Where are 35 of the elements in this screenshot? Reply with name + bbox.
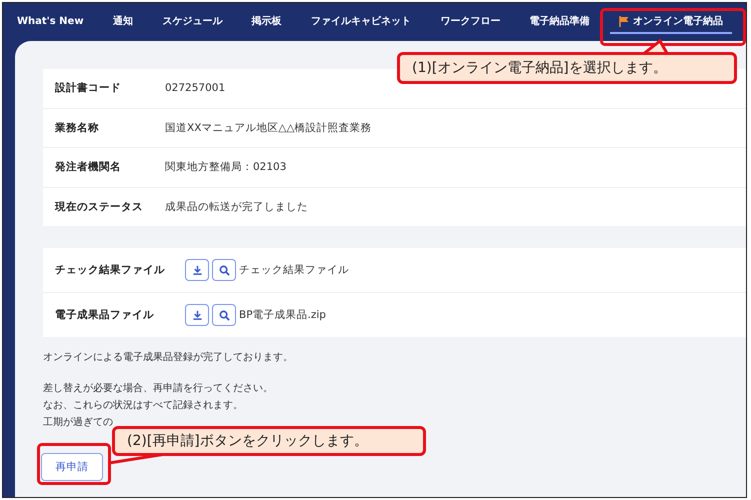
nav-tab[interactable]: 通知 bbox=[104, 10, 142, 34]
field-value: 国道XXマニュアル地区△△橋設計照査業務 bbox=[165, 120, 372, 135]
field-value: 関東地方整備局：02103 bbox=[165, 160, 286, 174]
file-link[interactable]: BP電子成果品.zip bbox=[239, 308, 326, 322]
notice-text: オンラインによる電子成果品登録が完了しております。 bbox=[43, 350, 294, 365]
search-icon bbox=[218, 310, 230, 320]
search-icon bbox=[218, 264, 230, 276]
reapply-button[interactable]: 再申請 bbox=[41, 453, 103, 481]
field-label: 発注者機関名 bbox=[55, 160, 122, 174]
callout: (2)[再申請]ボタンをクリックします。 bbox=[112, 426, 426, 456]
nav-tab[interactable]: ワークフロー bbox=[431, 10, 510, 34]
notice-text: 工期が過ぎての bbox=[43, 416, 114, 430]
field-value: 027257001 bbox=[165, 82, 226, 94]
preview-button[interactable] bbox=[212, 304, 236, 326]
field-label: チェック結果ファイル bbox=[55, 263, 166, 277]
notice-text: なお、これらの状況はすべて記録されます。 bbox=[43, 398, 244, 413]
download-icon bbox=[192, 264, 202, 276]
field-value: 成果品の転送が完了しました bbox=[165, 200, 308, 214]
nav-tab[interactable]: オンライン電子納品 bbox=[610, 10, 732, 34]
preview-button[interactable] bbox=[212, 259, 236, 281]
nav-tab[interactable]: 掲示板 bbox=[242, 10, 291, 34]
notice-text: 差し替えが必要な場合、再申請を行ってください。 bbox=[43, 382, 274, 396]
flag-icon bbox=[618, 16, 629, 26]
field-label: 電子成果品ファイル bbox=[55, 308, 155, 322]
nav-tab[interactable]: スケジュール bbox=[153, 10, 232, 34]
field-label: 現在のステータス bbox=[55, 200, 144, 214]
field-label: 業務名称 bbox=[55, 120, 100, 135]
download-button[interactable] bbox=[185, 304, 209, 326]
field-label: 設計書コード bbox=[55, 81, 122, 96]
nav-tab[interactable]: ファイルキャビネット bbox=[302, 10, 420, 34]
file-link[interactable]: チェック結果ファイル bbox=[239, 263, 349, 277]
nav-tab[interactable]: 電子納品準備 bbox=[520, 10, 599, 34]
nav-tab[interactable]: What's New bbox=[8, 12, 93, 32]
download-icon bbox=[192, 310, 202, 320]
download-button[interactable] bbox=[185, 259, 209, 281]
